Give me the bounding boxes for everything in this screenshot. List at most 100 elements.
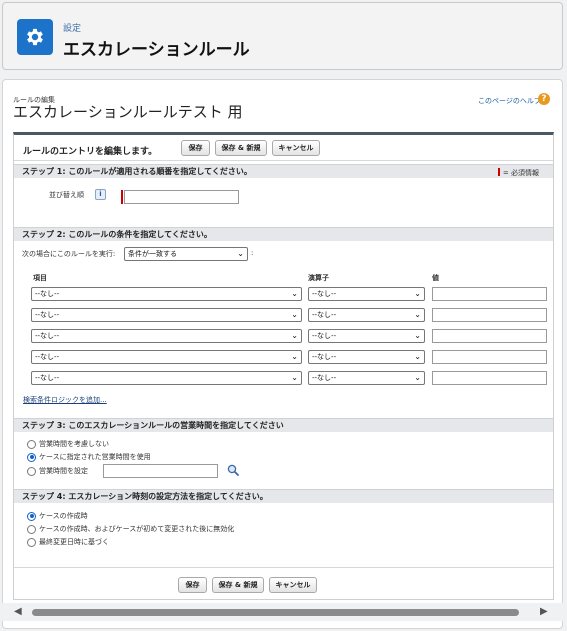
page-header: 設定 エスカレーションルール	[2, 2, 563, 70]
radio-icon[interactable]	[27, 439, 36, 449]
sort-order-label: 並び替え順	[49, 191, 84, 199]
criteria-field-value: --なし--	[35, 311, 60, 319]
criteria-operator-select[interactable]: --なし-- ⌄	[308, 371, 425, 385]
criteria-value-input[interactable]	[432, 287, 547, 301]
divider	[14, 160, 553, 161]
radio-selected-icon[interactable]	[27, 511, 36, 521]
save-button-bottom[interactable]: 保存	[178, 577, 207, 593]
criteria-field-value: --なし--	[35, 353, 60, 361]
criteria-field-select[interactable]: --なし-- ⌄	[31, 350, 302, 364]
criteria-field-value: --なし--	[35, 332, 60, 340]
radio-label: ケースに指定された営業時間を使用	[39, 453, 151, 461]
criteria-operator-value: --なし--	[312, 311, 337, 319]
criteria-operator-value: --なし--	[312, 374, 337, 382]
save-new-button-bottom[interactable]: 保存 & 新規	[212, 577, 264, 593]
required-marker-icon	[497, 168, 500, 176]
value-column-header: 値	[432, 274, 439, 282]
criteria-value-input[interactable]	[432, 308, 547, 322]
criteria-operator-select[interactable]: --なし-- ⌄	[308, 308, 425, 322]
step3-title: ステップ 3: このエスカレーションルールの営業時間を指定してください	[22, 421, 284, 430]
criteria-operator-select[interactable]: --なし-- ⌄	[308, 350, 425, 364]
help-icon[interactable]: ?	[538, 93, 550, 105]
step1-title: ステップ 1: このルールが適用される順番を指定してください。	[22, 167, 252, 176]
criteria-field-value: --なし--	[35, 290, 60, 298]
radio-label: ケースの作成時	[39, 512, 88, 520]
chevron-down-icon: ⌄	[291, 373, 298, 382]
run-when-label: 次の場合にこのルールを実行:	[22, 250, 116, 258]
step2-header: ステップ 2: このルールの条件を指定してください。	[14, 227, 553, 241]
content-area: ルールの編集 エスカレーションルールテスト 用 このページのヘルプ ? ルールの…	[2, 79, 563, 629]
scroll-right-icon[interactable]: ▶	[540, 606, 548, 617]
page-title: エスカレーションルール	[63, 40, 250, 60]
criteria-field-value: --なし--	[35, 374, 60, 382]
chevron-down-icon: ⌄	[414, 352, 421, 361]
breadcrumb[interactable]: 設定	[63, 21, 81, 34]
criteria-value-input[interactable]	[432, 329, 547, 343]
rule-name: エスカレーションルールテスト 用	[13, 103, 243, 121]
criteria-operator-value: --なし--	[312, 290, 337, 298]
escalation-option-created[interactable]: ケースの作成時	[27, 511, 88, 521]
hours-option-ignore[interactable]: 営業時間を考慮しない	[27, 439, 109, 449]
step1-header: ステップ 1: このルールが適用される順番を指定してください。 = 必須情報	[14, 164, 553, 178]
chevron-down-icon: ⌄	[237, 249, 244, 258]
radio-icon[interactable]	[27, 466, 36, 476]
step4-title: ステップ 4: エスカレーション時刻の設定方法を指定してください。	[22, 492, 268, 501]
operator-column-header: 演算子	[308, 274, 329, 282]
escalation-option-last-modified[interactable]: 最終変更日時に基づく	[27, 537, 109, 547]
save-button-top[interactable]: 保存	[181, 140, 210, 156]
help-link[interactable]: このページのヘルプ	[478, 96, 541, 106]
chevron-down-icon: ⌄	[291, 310, 298, 319]
divider	[14, 567, 553, 568]
lookup-icon[interactable]	[227, 464, 239, 476]
criteria-field-select[interactable]: --なし-- ⌄	[31, 371, 302, 385]
chevron-down-icon: ⌄	[414, 289, 421, 298]
radio-icon[interactable]	[27, 524, 36, 534]
radio-label: ケースの作成時、およびケースが初めて変更された後に無効化	[39, 525, 235, 533]
gear-icon	[17, 19, 53, 55]
horizontal-scrollbar[interactable]: ◀ ▶	[2, 603, 563, 621]
required-legend: = 必須情報	[497, 167, 539, 180]
criteria-field-select[interactable]: --なし-- ⌄	[31, 287, 302, 301]
run-condition-value: 条件が一致する	[128, 250, 177, 258]
scroll-left-icon[interactable]: ◀	[14, 606, 22, 617]
chevron-down-icon: ⌄	[414, 310, 421, 319]
criteria-value-input[interactable]	[432, 350, 547, 364]
radio-icon[interactable]	[27, 537, 36, 547]
radio-label: 営業時間を設定	[39, 467, 88, 475]
criteria-field-select[interactable]: --なし-- ⌄	[31, 308, 302, 322]
criteria-value-input[interactable]	[432, 371, 547, 385]
criteria-operator-value: --なし--	[312, 353, 337, 361]
info-icon[interactable]: i	[95, 189, 106, 200]
criteria-operator-select[interactable]: --なし-- ⌄	[308, 329, 425, 343]
step4-header: ステップ 4: エスカレーション時刻の設定方法を指定してください。	[14, 489, 553, 503]
criteria-operator-value: --なし--	[312, 332, 337, 340]
step3-header: ステップ 3: このエスカレーションルールの営業時間を指定してください	[14, 418, 553, 432]
sort-order-input[interactable]	[124, 190, 239, 204]
panel-title: ルールのエントリを編集します。	[23, 147, 158, 157]
save-new-button-top[interactable]: 保存 & 新規	[215, 140, 267, 156]
hours-option-case[interactable]: ケースに指定された営業時間を使用	[27, 452, 151, 462]
chevron-down-icon: ⌄	[414, 331, 421, 340]
field-column-header: 項目	[33, 274, 47, 282]
chevron-down-icon: ⌄	[291, 352, 298, 361]
chevron-down-icon: ⌄	[414, 373, 421, 382]
radio-selected-icon[interactable]	[27, 452, 36, 462]
rule-entry-panel: ルールのエントリを編集します。 保存 保存 & 新規 キャンセル ステップ 1:…	[13, 132, 554, 600]
colon: :	[251, 249, 254, 257]
cancel-button-top[interactable]: キャンセル	[272, 140, 320, 156]
chevron-down-icon: ⌄	[291, 331, 298, 340]
run-condition-select[interactable]: 条件が一致する ⌄	[124, 247, 248, 261]
radio-label: 営業時間を考慮しない	[39, 440, 109, 448]
chevron-down-icon: ⌄	[291, 289, 298, 298]
scrollbar-thumb[interactable]	[32, 609, 519, 616]
cancel-button-bottom[interactable]: キャンセル	[269, 577, 317, 593]
radio-label: 最終変更日時に基づく	[39, 538, 109, 546]
business-hours-input[interactable]	[103, 464, 218, 478]
required-marker-icon	[121, 190, 123, 204]
criteria-field-select[interactable]: --なし-- ⌄	[31, 329, 302, 343]
hours-option-set[interactable]: 営業時間を設定	[27, 466, 88, 476]
escalation-option-created-modified[interactable]: ケースの作成時、およびケースが初めて変更された後に無効化	[27, 524, 234, 534]
criteria-operator-select[interactable]: --なし-- ⌄	[308, 287, 425, 301]
step2-title: ステップ 2: このルールの条件を指定してください。	[22, 230, 212, 239]
add-filter-logic-link[interactable]: 検索条件ロジックを追加...	[23, 395, 107, 405]
